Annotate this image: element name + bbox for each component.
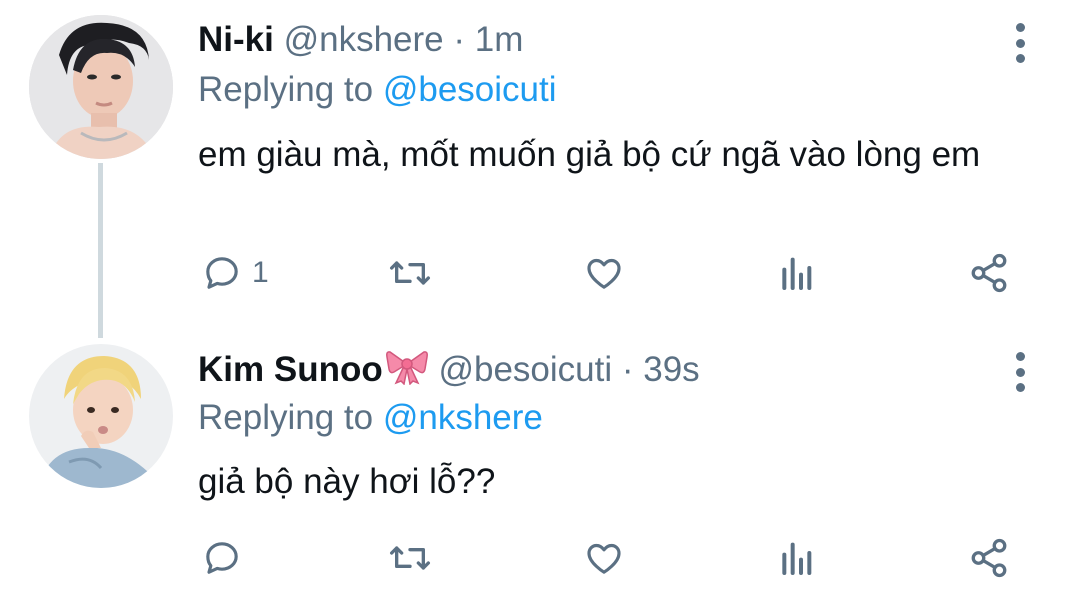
action-bar: 1 (198, 248, 1018, 298)
replying-to-line: Replying to @besoicuti (198, 68, 557, 112)
retweet-button[interactable] (388, 533, 432, 583)
retweet-icon (389, 546, 430, 570)
analytics-icon (782, 257, 812, 290)
replying-to-label: Replying to (198, 70, 383, 109)
analytics-button[interactable] (778, 248, 814, 298)
like-button[interactable] (583, 533, 625, 583)
like-icon (587, 543, 621, 574)
separator: · (621, 349, 634, 389)
analytics-icon (782, 542, 812, 575)
display-name[interactable]: Ni-ki (198, 20, 274, 59)
retweet-button[interactable] (388, 248, 432, 298)
tweet-text: giả bộ này hơi lỗ?? (198, 462, 496, 501)
retweet-icon (389, 261, 430, 285)
avatar[interactable] (29, 344, 173, 488)
share-button[interactable] (968, 533, 1010, 583)
replying-to-label: Replying to (198, 398, 383, 437)
share-button[interactable] (968, 248, 1010, 298)
reply-count: 1 (252, 256, 269, 289)
reply-button[interactable] (202, 533, 252, 583)
avatar[interactable] (29, 15, 173, 159)
more-options-icon[interactable] (1005, 23, 1035, 63)
username[interactable]: @nkshere (284, 20, 444, 59)
username[interactable]: @besoicuti (438, 350, 612, 389)
reply-icon (206, 257, 238, 289)
like-icon (587, 258, 621, 289)
action-bar (198, 533, 1018, 583)
reply-button[interactable]: 1 (202, 248, 269, 298)
more-options-icon[interactable] (1005, 352, 1035, 392)
separator: · (453, 20, 466, 59)
timestamp[interactable]: 39s (643, 350, 699, 389)
tweet[interactable]: Kim Sunoo @besoicuti · 39s Replying to @… (0, 340, 1080, 602)
tweet-header: Kim Sunoo @besoicuti · 39s (198, 347, 700, 396)
timestamp[interactable]: 1m (475, 20, 524, 59)
analytics-button[interactable] (778, 533, 814, 583)
tweet-text: em giàu mà, mốt muốn giả bộ cứ ngã vào l… (198, 135, 981, 174)
ribbon-emoji (385, 347, 429, 396)
tweet[interactable]: Ni-ki @nkshere · 1m Replying to @besoicu… (0, 0, 1080, 340)
share-icon (971, 253, 1007, 293)
display-name[interactable]: Kim Sunoo (198, 350, 383, 389)
tweet-header: Ni-ki @nkshere · 1m (198, 18, 523, 62)
reply-icon (206, 542, 238, 574)
mention-link[interactable]: @besoicuti (383, 70, 557, 109)
thread-line (98, 163, 103, 338)
mention-link[interactable]: @nkshere (383, 398, 543, 437)
like-button[interactable] (583, 248, 625, 298)
share-icon (971, 538, 1007, 578)
replying-to-line: Replying to @nkshere (198, 396, 543, 440)
